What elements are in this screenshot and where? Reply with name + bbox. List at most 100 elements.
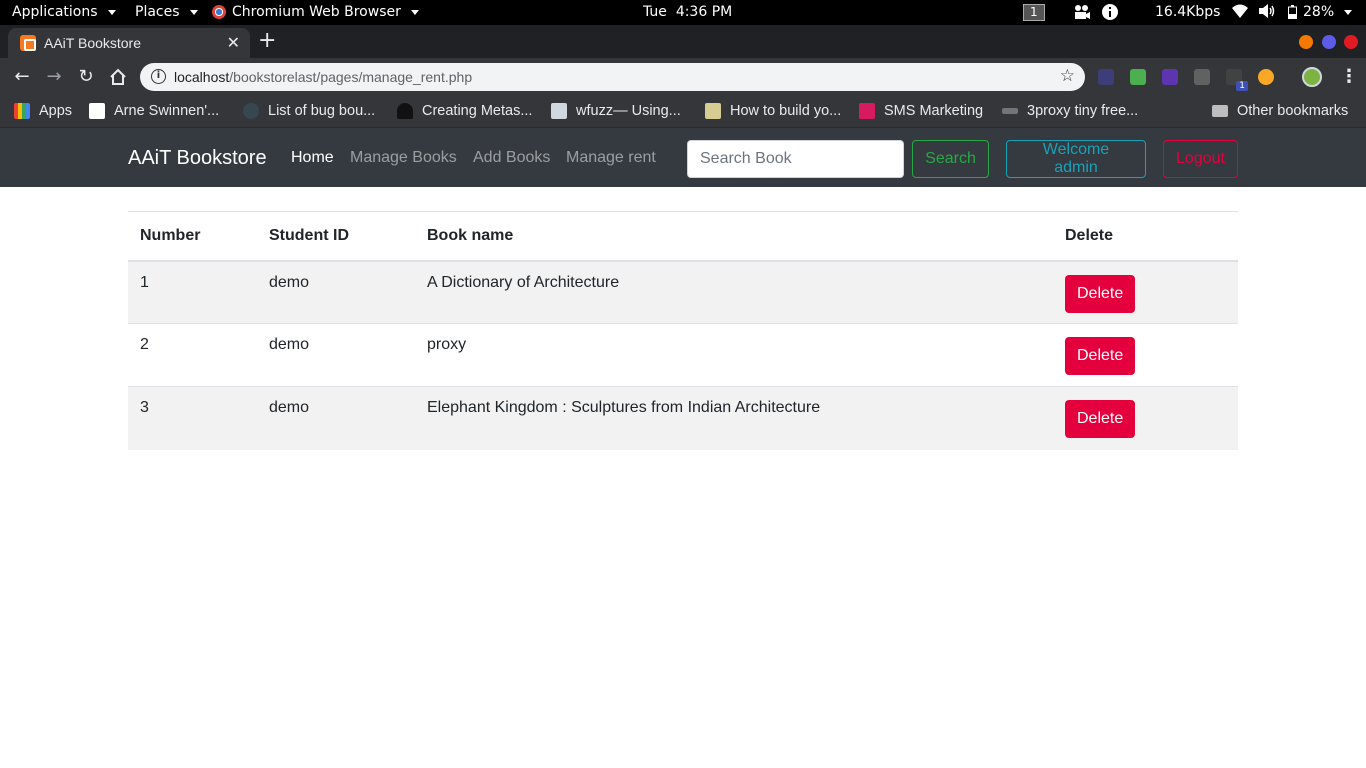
- browser-tab[interactable]: AAiT Bookstore ✕: [8, 28, 250, 58]
- cell-book-name: Elephant Kingdom : Sculptures from India…: [415, 386, 1053, 450]
- table-header-row: Number Student ID Book name Delete: [128, 211, 1238, 261]
- folder-icon: [1212, 105, 1228, 117]
- network-speed: 16.4Kbps: [1155, 4, 1220, 20]
- url-host: localhost: [174, 69, 230, 85]
- page-favicon-icon: [705, 103, 721, 119]
- search-button[interactable]: Search: [912, 140, 989, 178]
- welcome-button[interactable]: Welcome admin: [1006, 140, 1146, 178]
- browser-tab-strip: AAiT Bookstore ✕ +: [0, 25, 1366, 58]
- sync-extension-icon[interactable]: [1130, 69, 1146, 85]
- medium-favicon-icon: [397, 103, 413, 119]
- bookmark-item[interactable]: 3proxy tiny free...: [1002, 103, 1138, 119]
- workspace-number: 1: [1023, 4, 1045, 21]
- nav-manage-books[interactable]: Manage Books: [350, 149, 457, 167]
- bookmark-label: wfuzz— Using...: [576, 103, 681, 119]
- bookmark-label: Arne Swinnen'...: [114, 103, 220, 119]
- network-speed-label: 16.4Kbps: [1155, 4, 1221, 20]
- cell-number: 3: [128, 386, 257, 450]
- other-bookmarks[interactable]: Other bookmarks: [1212, 103, 1348, 119]
- back-arrow-icon[interactable]: ←: [11, 66, 33, 88]
- cube-extension-icon[interactable]: 1: [1226, 69, 1248, 91]
- nav-home[interactable]: Home: [291, 149, 334, 167]
- battery-label: 28%: [1303, 4, 1335, 20]
- active-app-label: Chromium Web Browser: [232, 4, 401, 20]
- clock[interactable]: Tue 4:36 PM: [643, 4, 732, 20]
- forward-arrow-icon[interactable]: →: [43, 66, 65, 88]
- chevron-down-icon: [107, 9, 116, 15]
- site-info-icon[interactable]: i: [151, 69, 166, 84]
- maximize-window-button[interactable]: [1322, 35, 1336, 49]
- bookmark-star-icon[interactable]: ☆: [1060, 66, 1075, 86]
- close-window-button[interactable]: [1344, 35, 1358, 49]
- php-extension-icon[interactable]: [1098, 69, 1114, 85]
- battery-indicator[interactable]: 28%: [1288, 4, 1353, 20]
- brand-link[interactable]: AAiT Bookstore: [128, 147, 267, 170]
- applications-label: Applications: [12, 4, 98, 20]
- delete-button[interactable]: Delete: [1065, 400, 1136, 438]
- info-icon[interactable]: [1102, 4, 1118, 20]
- bookmark-apps[interactable]: Apps: [14, 103, 72, 119]
- se-favicon-icon: [551, 103, 567, 119]
- browser-toolbar: ← → ↻ i localhost/bookstorelast/pages/ma…: [0, 58, 1366, 96]
- table-row: 1 demo A Dictionary of Architecture Dele…: [128, 260, 1238, 324]
- bookmark-item[interactable]: Arne Swinnen'...: [89, 103, 219, 119]
- cell-student-id: demo: [257, 323, 415, 387]
- cell-number: 1: [128, 260, 257, 324]
- hat-favicon-icon: [243, 103, 259, 119]
- bookmarks-bar: Apps Arne Swinnen'... List of bug bou...…: [0, 96, 1366, 128]
- delete-button[interactable]: Delete: [1065, 274, 1136, 313]
- chevron-down-icon: [1344, 9, 1353, 15]
- cell-delete: Delete: [1053, 386, 1238, 450]
- places-label: Places: [135, 4, 180, 20]
- applications-menu[interactable]: Applications: [12, 4, 116, 20]
- wifi-icon[interactable]: [1232, 4, 1248, 18]
- chevron-down-icon: [189, 9, 198, 15]
- home-icon[interactable]: [107, 66, 129, 88]
- bookmark-label: Other bookmarks: [1237, 103, 1349, 119]
- nav-add-books[interactable]: Add Books: [473, 149, 550, 167]
- hackbar-extension-icon[interactable]: [1162, 69, 1178, 85]
- delete-button[interactable]: Delete: [1065, 337, 1136, 375]
- bookmark-label: Apps: [39, 103, 73, 119]
- reload-icon[interactable]: ↻: [75, 66, 97, 88]
- bookmark-item[interactable]: List of bug bou...: [243, 103, 375, 119]
- places-menu[interactable]: Places: [135, 4, 198, 20]
- chevron-down-icon: [410, 9, 419, 15]
- menu-kebab-icon[interactable]: ⋮: [1340, 66, 1358, 87]
- media-icon[interactable]: [1073, 4, 1091, 20]
- proxy-favicon-icon: [1002, 108, 1018, 114]
- cell-delete: Delete: [1053, 260, 1238, 324]
- active-app-menu[interactable]: Chromium Web Browser: [212, 4, 419, 20]
- bookmark-item[interactable]: Creating Metas...: [397, 103, 532, 119]
- search-input[interactable]: [687, 140, 904, 178]
- tab-title: AAiT Bookstore: [44, 35, 142, 51]
- sms-favicon-icon: [859, 103, 875, 119]
- battery-icon: [1288, 5, 1297, 19]
- profile-avatar[interactable]: [1302, 67, 1322, 87]
- cell-number: 2: [128, 323, 257, 387]
- wappalyzer-extension-icon[interactable]: [1194, 69, 1210, 85]
- bookmark-label: How to build yo...: [730, 103, 842, 119]
- cookie-extension-icon[interactable]: [1258, 69, 1274, 85]
- bookmark-item[interactable]: How to build yo...: [705, 103, 841, 119]
- rent-table: Number Student ID Book name Delete 1 dem…: [128, 211, 1238, 450]
- address-bar[interactable]: i localhost/bookstorelast/pages/manage_r…: [140, 63, 1085, 91]
- xampp-favicon-icon: [20, 35, 36, 51]
- bookmark-label: Creating Metas...: [422, 103, 533, 119]
- bookmark-item[interactable]: wfuzz— Using...: [551, 103, 681, 119]
- nav-manage-rent[interactable]: Manage rent: [566, 149, 656, 167]
- workspace-indicator[interactable]: 1: [1023, 4, 1045, 21]
- rent-table-container: Number Student ID Book name Delete 1 dem…: [128, 211, 1238, 450]
- url-path: /bookstorelast/pages/manage_rent.php: [229, 69, 473, 85]
- s-favicon-icon: [89, 103, 105, 119]
- cell-delete: Delete: [1053, 323, 1238, 387]
- bookmark-item[interactable]: SMS Marketing: [859, 103, 983, 119]
- volume-icon[interactable]: [1259, 4, 1275, 18]
- cell-student-id: demo: [257, 386, 415, 450]
- close-icon[interactable]: ✕: [227, 33, 240, 53]
- apps-grid-icon: [14, 103, 30, 119]
- logout-button[interactable]: Logout: [1163, 140, 1238, 178]
- system-top-bar: Applications Places Chromium Web Browser…: [0, 0, 1366, 25]
- minimize-window-button[interactable]: [1299, 35, 1313, 49]
- new-tab-plus-icon[interactable]: +: [258, 28, 276, 53]
